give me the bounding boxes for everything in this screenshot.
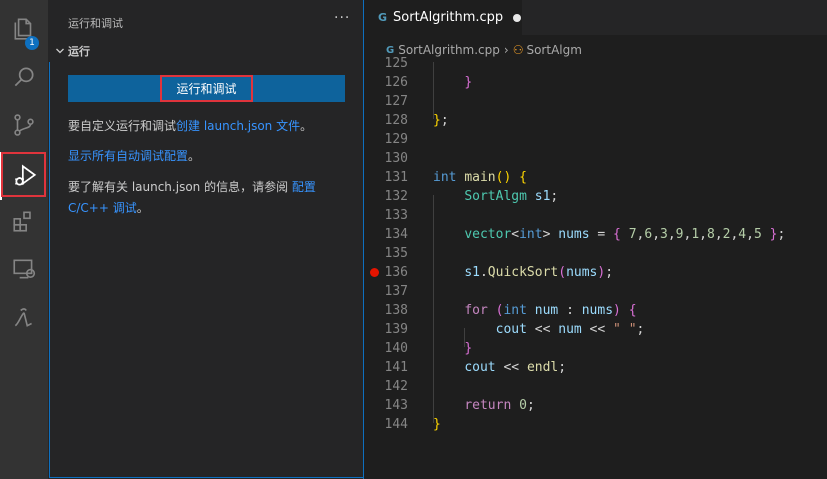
source-control-icon xyxy=(14,114,34,136)
explorer-button[interactable]: 1 xyxy=(0,5,48,53)
code-line: 140 } xyxy=(364,339,827,358)
line-number: 129 xyxy=(384,132,408,147)
unsaved-dot-icon[interactable] xyxy=(513,13,522,22)
customize-text-suffix: 。 xyxy=(300,119,313,133)
code-line: 142 xyxy=(364,377,827,396)
line-number: 133 xyxy=(384,208,408,223)
code-line: 125 xyxy=(364,54,827,73)
code-line: 132 SortAlgm s1; xyxy=(364,187,827,206)
line-number: 143 xyxy=(384,398,408,413)
line-number: 144 xyxy=(384,417,408,432)
run-and-debug-button[interactable]: 运行和调试 xyxy=(68,75,345,102)
sidebar-title: 运行和调试 xyxy=(68,17,123,30)
code-line: 133 xyxy=(364,206,827,225)
code-line: 136 s1.QuickSort(nums); xyxy=(364,263,827,282)
line-number: 125 xyxy=(384,56,408,71)
code-text: } xyxy=(464,341,473,356)
code-text: } xyxy=(433,417,441,432)
run-debug-highlight xyxy=(1,152,46,197)
testing-button[interactable] xyxy=(0,293,48,341)
line-number: 136 xyxy=(384,265,408,280)
code-line: 141 cout << endl; xyxy=(364,358,827,377)
code-text: SortAlgm s1; xyxy=(464,189,559,204)
learn-more-prefix: 要了解有关 launch.json 的信息，请参阅 xyxy=(68,180,292,194)
line-number: 134 xyxy=(384,227,408,242)
line-number: 138 xyxy=(384,303,408,318)
run-section-header[interactable]: 运行 xyxy=(48,40,363,62)
source-control-button[interactable] xyxy=(0,101,48,149)
code-text: }; xyxy=(433,113,449,128)
show-configs-suffix: 。 xyxy=(188,149,201,163)
explorer-badge: 1 xyxy=(25,36,39,50)
cpp-file-icon: G xyxy=(378,11,388,24)
code-text: return 0; xyxy=(464,398,535,413)
code-text: cout << endl; xyxy=(464,360,567,375)
code-text: vector<int> nums = { 7,6,3,9,1,8,2,4,5 }… xyxy=(464,227,786,242)
code-editor[interactable]: 125 126 } 127 128 }; 129 130 131 int mai… xyxy=(364,54,827,479)
code-line: 143 return 0; xyxy=(364,396,827,415)
code-line: 127 xyxy=(364,92,827,111)
line-number: 131 xyxy=(384,170,408,185)
learn-more-text: 要了解有关 launch.json 的信息，请参阅 配置 C/C++ 调试。 xyxy=(68,177,348,219)
code-text: s1.QuickSort(nums); xyxy=(464,265,614,280)
extensions-icon xyxy=(13,211,31,232)
section-title: 运行 xyxy=(68,45,90,58)
line-number: 139 xyxy=(384,322,408,337)
line-number: 140 xyxy=(384,341,408,356)
code-line: 131 int main() { xyxy=(364,168,827,187)
code-text: int main() { xyxy=(433,170,527,185)
more-actions-icon[interactable]: ··· xyxy=(334,10,350,26)
line-number: 135 xyxy=(384,246,408,261)
testing-icon xyxy=(14,308,32,327)
remote-explorer-icon xyxy=(13,259,36,279)
code-line: 128 }; xyxy=(364,111,827,130)
customize-text: 要自定义运行和调试创建 launch.json 文件。 xyxy=(68,116,348,137)
code-line: 139 cout << num << " "; xyxy=(364,320,827,339)
activity-bar: 1 xyxy=(0,0,48,479)
remote-explorer-button[interactable] xyxy=(0,245,48,293)
line-number: 141 xyxy=(384,360,408,375)
code-line: 135 xyxy=(364,244,827,263)
code-line: 130 xyxy=(364,149,827,168)
code-text: for (int num : nums) { xyxy=(464,303,637,318)
line-number: 127 xyxy=(384,94,408,109)
code-text: } xyxy=(464,75,473,90)
tab-label: SortAlgrithm.cpp xyxy=(393,10,504,25)
show-auto-debug-configs-link[interactable]: 显示所有自动调试配置 xyxy=(68,149,188,163)
run-button-label: 运行和调试 xyxy=(160,75,253,102)
line-number: 126 xyxy=(384,75,408,90)
chevron-down-icon xyxy=(52,46,68,56)
run-debug-sidebar: 运行和调试 ··· 运行 运行和调试 要自定义运行和调试创建 launch.js… xyxy=(48,0,364,479)
show-configs-text: 显示所有自动调试配置。 xyxy=(68,146,348,167)
line-number: 132 xyxy=(384,189,408,204)
learn-more-suffix: 。 xyxy=(136,201,149,215)
code-text: cout << num << " "; xyxy=(495,322,645,337)
customize-text-prefix: 要自定义运行和调试 xyxy=(68,119,177,133)
editor-tab-bar: G SortAlgrithm.cpp xyxy=(364,0,827,35)
code-line: 138 for (int num : nums) { xyxy=(364,301,827,320)
code-line: 134 vector<int> nums = { 7,6,3,9,1,8,2,4… xyxy=(364,225,827,244)
search-icon xyxy=(14,67,34,87)
create-launch-json-link[interactable]: 创建 launch.json 文件 xyxy=(176,119,300,133)
search-button[interactable] xyxy=(0,53,48,101)
extensions-button[interactable] xyxy=(0,197,48,245)
code-line: 129 xyxy=(364,130,827,149)
line-number: 142 xyxy=(384,379,408,394)
code-line: 137 xyxy=(364,282,827,301)
line-number: 137 xyxy=(384,284,408,299)
code-line: 144 } xyxy=(364,415,827,434)
tab-sortalgrithm-cpp[interactable]: G SortAlgrithm.cpp xyxy=(364,0,522,35)
line-number: 128 xyxy=(384,113,408,128)
line-number: 130 xyxy=(384,151,408,166)
code-line: 126 } xyxy=(364,73,827,92)
